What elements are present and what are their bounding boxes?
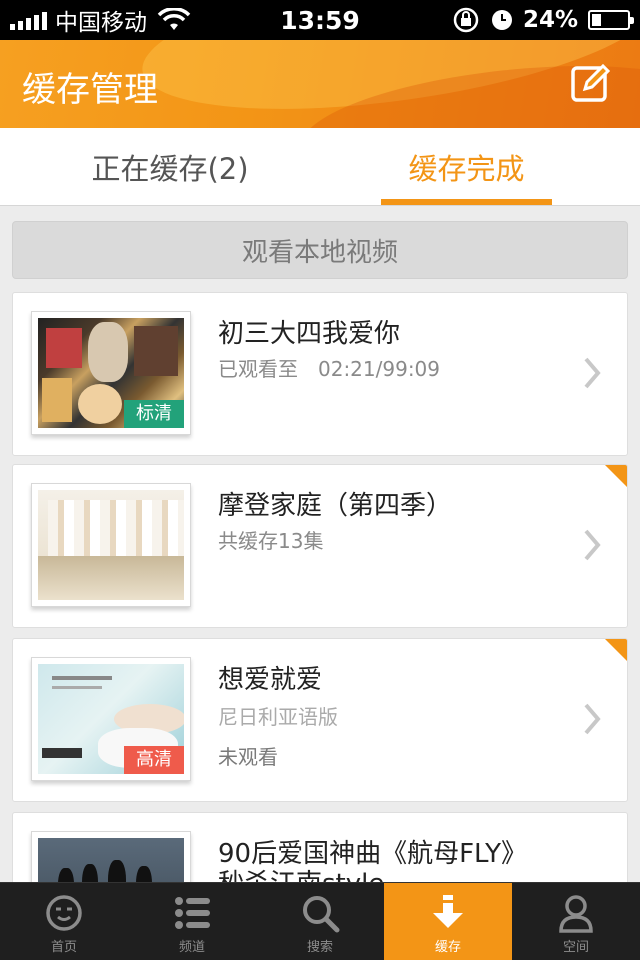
- watch-status: 未观看: [218, 745, 278, 769]
- chevron-right-icon: [584, 357, 601, 389]
- chevron-right-icon: [584, 703, 601, 735]
- battery-percent: 24%: [522, 7, 578, 33]
- status-bar: 中国移动 13:59 24%: [0, 0, 640, 40]
- video-title: 想爱就爱: [218, 665, 323, 695]
- page-title: 缓存管理: [22, 70, 158, 110]
- active-tab-indicator: [381, 199, 552, 205]
- nav-label: 搜索: [306, 940, 333, 955]
- home-face-icon: [46, 895, 82, 931]
- chevron-right-icon: [584, 529, 601, 561]
- video-title: 摩登家庭（第四季）: [218, 491, 453, 521]
- battery-icon: [588, 10, 634, 30]
- signal-icon: [10, 10, 47, 30]
- nav-profile[interactable]: 空间: [512, 883, 640, 960]
- nav-label: 空间: [562, 940, 589, 955]
- wifi-icon: [157, 8, 191, 30]
- quality-badge: 高清: [124, 746, 184, 774]
- nav-label: 缓存: [434, 940, 461, 955]
- nav-label: 首页: [50, 940, 77, 955]
- download-icon: [433, 895, 463, 928]
- video-thumbnail: 高清: [31, 657, 191, 781]
- video-title: 初三大四我爱你: [218, 319, 401, 349]
- language-version: 尼日利亚语版: [218, 705, 338, 729]
- nav-cache[interactable]: 缓存: [384, 883, 512, 960]
- watch-local-video-button[interactable]: 观看本地视频: [12, 221, 628, 279]
- bottom-tab-bar: 首页 频道 搜索 缓存 空间: [0, 882, 640, 960]
- new-corner-marker: [605, 465, 627, 487]
- nav-home[interactable]: 首页: [0, 883, 128, 960]
- nav-search[interactable]: 搜索: [256, 883, 384, 960]
- carrier-label: 中国移动: [55, 10, 147, 36]
- app-header: 缓存管理: [0, 40, 640, 128]
- video-item[interactable]: 标清 初三大四我爱你 已观看至 02:21/99:09: [12, 292, 628, 456]
- rotation-lock-icon: [453, 7, 479, 33]
- search-icon: [303, 896, 340, 933]
- new-corner-marker: [605, 639, 627, 661]
- list-icon: [175, 897, 210, 929]
- nav-label: 频道: [178, 940, 205, 955]
- tab-downloading[interactable]: 正在缓存(2): [40, 128, 300, 206]
- quality-badge: 标清: [124, 400, 184, 428]
- video-thumbnail: [31, 483, 191, 607]
- nav-channels[interactable]: 频道: [128, 883, 256, 960]
- alarm-icon: [491, 10, 512, 30]
- video-item[interactable]: 摩登家庭（第四季） 共缓存13集: [12, 464, 628, 628]
- user-icon: [559, 895, 593, 933]
- video-item[interactable]: 高清 想爱就爱 尼日利亚语版 未观看: [12, 638, 628, 802]
- tab-completed[interactable]: 缓存完成: [381, 128, 552, 206]
- edit-icon[interactable]: [570, 62, 612, 104]
- video-thumbnail: 标清: [31, 311, 191, 435]
- watch-progress: 已观看至 02:21/99:09: [218, 357, 441, 381]
- clock: 13:59: [280, 5, 360, 35]
- tab-bar: 正在缓存(2) 缓存完成: [0, 128, 640, 206]
- episode-count: 共缓存13集: [218, 529, 324, 553]
